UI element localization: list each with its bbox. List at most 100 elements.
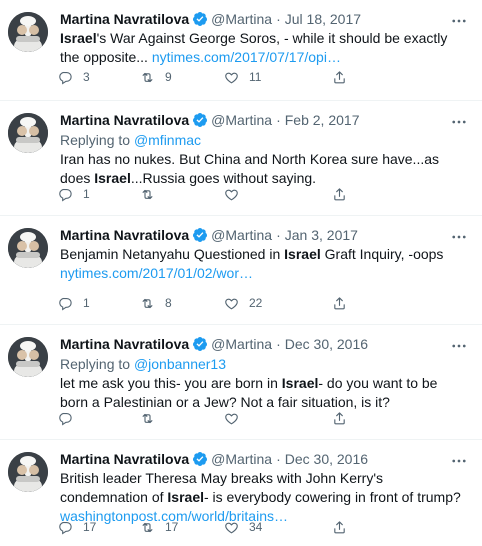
replying-to-label: Replying to (60, 132, 134, 148)
retweet-button[interactable]: 17 (140, 520, 224, 535)
author-handle[interactable]: @Martina (211, 451, 272, 467)
share-button[interactable] (332, 187, 347, 202)
tweet[interactable]: Martina Navratilova @Martina · Dec 30, 2… (0, 325, 482, 440)
like-count: 22 (249, 296, 263, 310)
like-button[interactable]: 22 (224, 296, 332, 311)
tweet-header: Martina Navratilova @Martina · Dec 30, 2… (60, 450, 466, 468)
tweet-date[interactable]: Jan 3, 2017 (285, 227, 358, 243)
reply-button[interactable]: 17 (58, 520, 140, 535)
tweet-text[interactable]: Israel's War Against George Soros, - whi… (60, 29, 464, 67)
reply-button[interactable]: 1 (58, 187, 140, 202)
retweet-icon (142, 522, 153, 532)
more-dots-icon[interactable] (450, 113, 468, 131)
separator-dot: · (276, 112, 281, 128)
heart-icon (225, 522, 238, 533)
tweet-date[interactable]: Dec 30, 2016 (285, 451, 368, 467)
like-count: 11 (249, 70, 262, 84)
replying-to-handle[interactable]: @mfinmac (134, 132, 201, 148)
reply-count: 1 (83, 296, 90, 310)
retweet-button[interactable] (140, 187, 224, 202)
retweet-icon (142, 413, 153, 423)
highlight-keyword: Israel (167, 489, 204, 505)
reply-count: 3 (83, 70, 90, 84)
share-button[interactable] (332, 296, 347, 311)
reply-button[interactable]: 3 (58, 70, 140, 85)
tweet-text-segment: let me ask you this- you are born in (60, 375, 282, 391)
share-icon (334, 411, 345, 424)
heart-icon (225, 72, 238, 83)
tweet-date[interactable]: Feb 2, 2017 (285, 112, 360, 128)
tweet[interactable]: Martina Navratilova @Martina · Jul 18, 2… (0, 0, 482, 101)
author-name[interactable]: Martina Navratilova (60, 451, 189, 467)
reply-button[interactable] (58, 411, 140, 426)
reply-bubble-icon (59, 297, 72, 310)
avatar[interactable] (8, 12, 48, 52)
tweet[interactable]: Martina Navratilova @Martina · Jan 3, 20… (0, 216, 482, 325)
tweet-date[interactable]: Jul 18, 2017 (285, 11, 361, 27)
tweet[interactable]: Martina Navratilova @Martina · Feb 2, 20… (0, 101, 482, 216)
heart-icon (225, 413, 238, 424)
reply-button[interactable]: 1 (58, 296, 140, 311)
tweet-header: Martina Navratilova @Martina · Jul 18, 2… (60, 10, 466, 28)
like-button[interactable] (224, 411, 332, 426)
share-button[interactable] (332, 411, 347, 426)
share-button[interactable] (332, 520, 347, 535)
separator-dot: · (276, 227, 281, 243)
more-dots-icon[interactable] (450, 12, 468, 30)
tweet-actions: 1 8 22 (58, 294, 347, 312)
author-name[interactable]: Martina Navratilova (60, 11, 189, 27)
author-handle[interactable]: @Martina (211, 11, 272, 27)
replying-to: Replying to @mfinmac (60, 131, 466, 149)
tweet-actions: 17 17 34 (58, 518, 347, 536)
tweet-text[interactable]: let me ask you this- you are born in Isr… (60, 374, 464, 412)
author-handle[interactable]: @Martina (211, 336, 272, 352)
tweet-header: Martina Navratilova @Martina · Jan 3, 20… (60, 226, 466, 244)
tweet[interactable]: Martina Navratilova @Martina · Dec 30, 2… (0, 440, 482, 546)
reply-bubble-icon (59, 71, 72, 84)
verified-badge-icon (192, 112, 208, 128)
like-button[interactable] (224, 187, 332, 202)
tweet-link[interactable]: nytimes.com/2017/01/02/wor… (60, 265, 253, 281)
heart-icon (225, 298, 238, 309)
replying-to: Replying to @jonbanner13 (60, 355, 466, 373)
tweet-date[interactable]: Dec 30, 2016 (285, 336, 368, 352)
tweet-link[interactable]: nytimes.com/2017/07/17/opi… (152, 49, 341, 65)
retweet-count: 8 (165, 296, 172, 310)
author-handle[interactable]: @Martina (211, 112, 272, 128)
tweet-text[interactable]: Benjamin Netanyahu Questioned in Israel … (60, 245, 464, 283)
separator-dot: · (276, 11, 281, 27)
like-button[interactable]: 34 (224, 520, 332, 535)
retweet-count: 9 (165, 70, 172, 84)
tweet-text-segment: Graft Inquiry, -oops (320, 246, 444, 262)
reply-count: 17 (83, 520, 97, 534)
heart-icon (225, 189, 238, 200)
like-button[interactable]: 11 (224, 70, 332, 85)
retweet-button[interactable]: 8 (140, 296, 224, 311)
retweet-button[interactable] (140, 411, 224, 426)
avatar[interactable] (8, 337, 48, 377)
verified-badge-icon (192, 336, 208, 352)
more-dots-icon[interactable] (450, 337, 468, 355)
tweet-actions: 1 (58, 185, 347, 203)
avatar[interactable] (8, 452, 48, 492)
author-handle[interactable]: @Martina (211, 227, 272, 243)
tweet-text[interactable]: Iran has no nukes. But China and North K… (60, 150, 464, 188)
author-name[interactable]: Martina Navratilova (60, 112, 189, 128)
verified-badge-icon (192, 11, 208, 27)
verified-badge-icon (192, 451, 208, 467)
reply-bubble-icon (59, 521, 72, 534)
more-dots-icon[interactable] (450, 228, 468, 246)
retweet-icon (142, 189, 153, 199)
avatar[interactable] (8, 228, 48, 268)
author-name[interactable]: Martina Navratilova (60, 227, 189, 243)
share-button[interactable] (332, 70, 347, 85)
replying-to-handle[interactable]: @jonbanner13 (134, 356, 226, 372)
more-dots-icon[interactable] (450, 452, 468, 470)
reply-bubble-icon (59, 412, 72, 425)
retweet-button[interactable]: 9 (140, 70, 224, 85)
highlight-keyword: Israel (60, 30, 97, 46)
highlight-keyword: Israel (281, 375, 319, 391)
avatar[interactable] (8, 113, 48, 153)
author-name[interactable]: Martina Navratilova (60, 336, 189, 352)
highlight-keyword: Israel (284, 246, 321, 262)
